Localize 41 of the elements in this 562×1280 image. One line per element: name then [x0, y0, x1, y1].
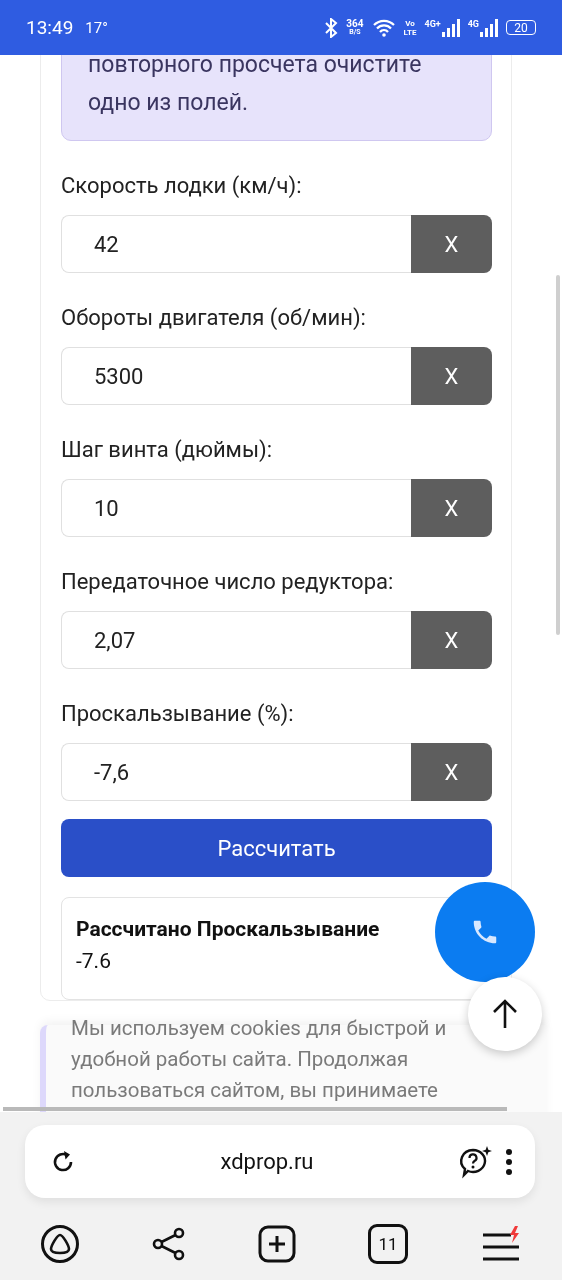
clock: 13:49	[26, 16, 74, 39]
field-label: Шаг винта (дюймы):	[61, 436, 273, 464]
network-speed: 364	[346, 18, 364, 28]
input-field[interactable]: 2,07	[61, 611, 411, 669]
input-field[interactable]: 42	[61, 215, 411, 273]
assistant-icon[interactable]	[457, 1144, 493, 1179]
clear-button[interactable]: X	[411, 611, 492, 669]
clear-button[interactable]: X	[411, 479, 492, 537]
battery-indicator: 20	[506, 20, 536, 35]
menu-icon[interactable]	[480, 1226, 522, 1262]
network-type: 4G+	[424, 18, 441, 29]
input-field[interactable]: -7,6	[61, 743, 411, 801]
clear-button[interactable]: X	[411, 347, 492, 405]
input-field[interactable]: 10	[61, 479, 411, 537]
volte-label: LTE	[403, 27, 417, 37]
assistant-logo-icon[interactable]	[40, 1224, 80, 1264]
add-tab-icon[interactable]	[258, 1225, 296, 1263]
network-type: 4G	[467, 18, 479, 29]
more-icon[interactable]	[505, 1147, 513, 1176]
field-label: Передаточное число редуктора:	[61, 568, 395, 596]
bluetooth-icon	[324, 17, 339, 38]
result-title: Рассчитано Проскальзывание	[76, 916, 381, 943]
field-label: Скорость лодки (км/ч):	[61, 172, 303, 200]
result-value: -7.6	[76, 948, 112, 975]
field-label: Проскальзывание (%):	[61, 700, 295, 728]
volte-label: Vo	[405, 18, 415, 28]
share-icon[interactable]	[152, 1227, 186, 1261]
clear-button[interactable]: X	[411, 743, 492, 801]
address-bar[interactable]: xdprop.ru	[25, 1125, 535, 1198]
temperature: 17°	[85, 18, 108, 37]
calculate-button[interactable]: Рассчитать	[61, 819, 492, 877]
field-label: Обороты двигателя (об/мин):	[61, 304, 367, 332]
clear-button[interactable]: X	[411, 215, 492, 273]
arrow-up-icon	[492, 998, 518, 1030]
signal-icon	[480, 18, 498, 37]
url-text[interactable]: xdprop.ru	[89, 1149, 445, 1174]
input-field[interactable]: 5300	[61, 347, 411, 405]
wifi-icon	[371, 18, 396, 37]
tabs-button[interactable]: 11	[368, 1224, 408, 1264]
signal-icon	[441, 18, 460, 37]
cookie-text: Мы используем cookies для быстрой и удобной работы сайта. Продолжая пользоваться сайтом, вы принимаете	[70, 1015, 448, 1104]
